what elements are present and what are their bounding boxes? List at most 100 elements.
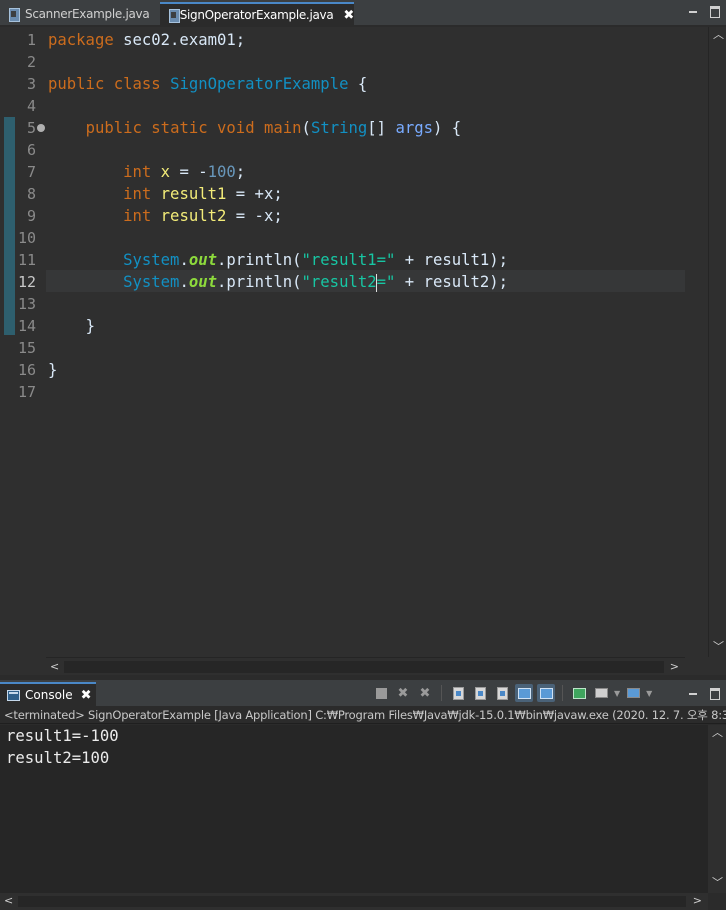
tab-console[interactable]: Console ✖	[0, 682, 96, 706]
line-number: 3	[26, 75, 36, 93]
line-number: 4	[26, 97, 36, 115]
code-text: );	[489, 251, 509, 269]
scroll-down-icon[interactable]: ﹀	[712, 877, 723, 889]
variable: result2	[160, 207, 227, 225]
code-text: }	[85, 317, 95, 335]
code-text: +	[395, 273, 424, 291]
type-name: String	[310, 119, 368, 137]
close-console-icon[interactable]: ✖	[81, 688, 92, 703]
keyword: int	[123, 207, 152, 225]
chevron-down-icon[interactable]: ▼	[614, 689, 620, 698]
java-file-icon	[8, 7, 20, 22]
console-icon	[7, 689, 20, 701]
tab-label: SignOperatorExample.java	[179, 8, 334, 22]
static-field: out	[188, 273, 218, 291]
string-literal: ="	[376, 273, 396, 291]
word-wrap-icon[interactable]	[471, 684, 489, 702]
keyword: public	[48, 75, 105, 93]
vertical-scrollbar[interactable]: ︿ ﹀	[708, 27, 726, 657]
code-text: +	[395, 251, 424, 269]
scroll-up-icon[interactable]: ︿	[713, 29, 724, 41]
static-field: out	[188, 251, 218, 269]
code-editor[interactable]: 1 2 3 4 5 6 7 8 9 10 11 12 13 14 15 16 1…	[0, 27, 726, 675]
keyword: int	[123, 185, 152, 203]
new-console-icon[interactable]	[624, 684, 642, 702]
output-line: result2=100	[6, 749, 110, 767]
code-area[interactable]: 1 2 3 4 5 6 7 8 9 10 11 12 13 14 15 16 1…	[0, 27, 685, 657]
console-window-controls	[688, 687, 720, 700]
line-number: 11	[17, 251, 36, 269]
code-text: = -	[170, 163, 208, 181]
console-output[interactable]: result1=-100 result2=100	[0, 725, 708, 893]
scroll-right-icon[interactable]: >	[693, 895, 702, 907]
code-text: ) {	[433, 119, 462, 137]
close-tab-icon[interactable]: ✖	[343, 8, 354, 23]
horizontal-scroll-thumb[interactable]	[64, 661, 664, 673]
line-number: 17	[17, 383, 36, 401]
tab-label: ScannerExample.java	[25, 7, 150, 21]
code-text: ;	[235, 163, 246, 181]
code-text: ;	[273, 185, 283, 203]
line-number: 10	[17, 229, 36, 247]
scroll-left-icon[interactable]: <	[50, 661, 59, 673]
terminated-status: <terminated> SignOperatorExample [Java A…	[0, 706, 726, 724]
variable-ref: x	[263, 185, 274, 203]
toolbar-separator	[441, 685, 442, 701]
class-name: SignOperatorExample	[170, 75, 349, 93]
line-number: 7	[26, 163, 36, 181]
maximize-icon[interactable]	[710, 687, 720, 700]
remove-all-icon[interactable]: ✖	[416, 684, 434, 702]
tab-scanner-example[interactable]: ScannerExample.java	[0, 2, 156, 26]
keyword: package	[48, 31, 114, 49]
minimize-icon[interactable]	[688, 5, 698, 17]
code-line-3: public class SignOperatorExample {	[48, 73, 367, 95]
show-stdout-icon[interactable]	[515, 684, 533, 702]
maximize-icon[interactable]	[710, 5, 720, 18]
horizontal-scroll-thumb[interactable]	[18, 896, 686, 907]
scroll-down-icon[interactable]: ﹀	[713, 641, 724, 653]
scroll-left-icon[interactable]: <	[4, 895, 13, 907]
code-text: = +	[226, 185, 264, 203]
terminate-icon[interactable]	[372, 684, 390, 702]
code-text: ;	[273, 207, 283, 225]
scroll-corner	[685, 657, 726, 675]
line-number: 9	[26, 207, 36, 225]
pin-console-icon[interactable]	[570, 684, 588, 702]
override-marker-icon[interactable]	[37, 124, 45, 132]
method-name: main	[263, 119, 302, 137]
scroll-right-icon[interactable]: >	[670, 661, 679, 673]
code-text: .println(	[217, 251, 302, 269]
code-text: = -	[226, 207, 264, 225]
line-number: 5	[26, 119, 36, 137]
show-stderr-icon[interactable]	[537, 684, 555, 702]
keyword: class	[113, 75, 161, 93]
console-horizontal-scrollbar[interactable]: < >	[0, 893, 708, 910]
code-text: .println(	[217, 273, 302, 291]
console-vertical-scrollbar[interactable]: ︿ ﹀	[708, 725, 726, 893]
line-number: 8	[26, 185, 36, 203]
clear-console-icon[interactable]	[493, 684, 511, 702]
toolbar-separator	[562, 685, 563, 701]
code-line-14: }	[48, 315, 95, 337]
code-text: );	[489, 273, 509, 291]
scroll-lock-icon[interactable]	[449, 684, 467, 702]
keyword: int	[123, 163, 152, 181]
string-literal: "result2	[301, 273, 377, 291]
minimize-icon[interactable]	[688, 687, 698, 699]
line-number: 14	[17, 317, 36, 335]
editor-window-controls	[688, 5, 720, 18]
tab-sign-operator-example[interactable]: SignOperatorExample.java ✖	[160, 2, 354, 26]
remove-launch-icon[interactable]: ✖	[394, 684, 412, 702]
variable-ref: x	[263, 207, 274, 225]
keyword: static	[151, 119, 208, 137]
chevron-down-icon[interactable]: ▼	[646, 689, 652, 698]
display-console-icon[interactable]	[592, 684, 610, 702]
code-line-9: int result2 = -x;	[48, 205, 283, 227]
keyword: public	[85, 119, 142, 137]
editor-tab-bar: ScannerExample.java SignOperatorExample.…	[0, 0, 726, 27]
string-literal: "result1="	[301, 251, 396, 269]
line-number-active: 12	[17, 273, 36, 291]
horizontal-scrollbar[interactable]: < >	[46, 657, 685, 675]
class-name: System	[123, 251, 180, 269]
scroll-up-icon[interactable]: ︿	[712, 727, 723, 739]
